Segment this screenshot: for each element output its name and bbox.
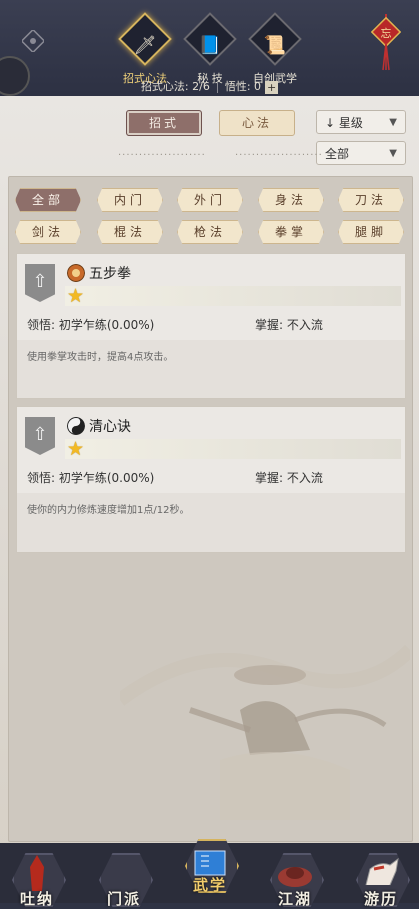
horse-icon <box>365 857 399 886</box>
category-chip[interactable]: 内门 <box>97 188 163 212</box>
charm-icon[interactable]: 忘 <box>371 12 401 72</box>
book-icon: 📘 <box>198 34 222 56</box>
skill-mastery: 掌握: 不入流 <box>255 318 323 332</box>
warrior-icon <box>30 855 44 891</box>
skill-name: 清心诀 <box>89 419 131 435</box>
star-icon: ★ <box>67 285 85 307</box>
skill-name: 五步拳 <box>89 266 131 282</box>
category-chip[interactable]: 腿脚 <box>338 220 404 244</box>
skill-insight: 领悟: 初学乍练(0.00%) <box>27 471 155 485</box>
sort-dropdown[interactable]: ↓ 星级 ▼ <box>316 110 406 134</box>
star-bar <box>65 439 401 459</box>
category-chip[interactable]: 拳掌 <box>258 220 324 244</box>
nav-sect[interactable]: 门派 <box>95 849 153 908</box>
star-bar <box>65 286 401 306</box>
tab-custom-martial-arts[interactable]: 📜 自创武学 <box>239 12 311 86</box>
stats-line: 招式心法: 2/6 悟性: 0 + <box>0 78 419 94</box>
category-chip[interactable]: 枪法 <box>177 220 243 244</box>
sort-arrow-icon: ↓ <box>325 116 336 130</box>
fist-icon <box>67 264 85 282</box>
chevron-down-icon: ▼ <box>389 117 397 128</box>
category-chip[interactable]: 外门 <box>177 188 243 212</box>
hat-icon <box>278 867 312 887</box>
ink-painting-illustration <box>120 644 410 820</box>
category-chip[interactable]: 全部 <box>15 188 81 212</box>
category-chip[interactable]: 剑法 <box>15 220 81 244</box>
sword-icon: 🗡 <box>133 34 157 56</box>
filter-dropdown[interactable]: 全部 ▼ <box>316 141 406 165</box>
moves-count: 招式心法: 2/6 <box>140 80 210 93</box>
yin-yang-icon <box>67 417 85 435</box>
sort-label: 星级 <box>338 116 363 130</box>
toggle-moves[interactable]: 招式 <box>126 110 202 136</box>
category-chip[interactable]: 棍法 <box>97 220 163 244</box>
skill-card[interactable]: 五步拳 ★ 领悟: 初学乍练(0.00%) 掌握: 不入流 使用拳掌攻击时，提高… <box>16 253 406 399</box>
eye-icon[interactable] <box>22 30 44 52</box>
skill-mastery: 掌握: 不入流 <box>255 471 323 485</box>
scroll-icon: 📜 <box>263 34 287 56</box>
star-icon: ★ <box>67 438 85 460</box>
category-chip[interactable]: 身法 <box>258 188 324 212</box>
skill-description: 使你的内力修炼速度增加1点/12秒。 <box>17 493 405 552</box>
upgrade-icon[interactable] <box>25 417 55 455</box>
add-insight-button[interactable]: + <box>265 80 279 94</box>
category-chip[interactable]: 刀法 <box>338 188 404 212</box>
tab-secret-techniques[interactable]: 📘 秘 技 <box>174 12 246 86</box>
divider-dots: ····················· <box>118 150 206 161</box>
charm-char: 忘 <box>381 26 392 40</box>
top-header: 🗡 招式心法 📘 秘 技 📜 自创武学 招式心法: 2/6 悟性: 0 + 忘 <box>0 0 419 100</box>
insight-count: 悟性: 0 <box>224 80 262 93</box>
filter-label: 全部 <box>325 147 350 161</box>
upgrade-icon[interactable] <box>25 264 55 302</box>
nav-travel[interactable]: 游历 <box>352 849 410 908</box>
nav-martial-arts[interactable]: 武学 <box>181 835 239 894</box>
book-icon <box>194 850 226 876</box>
tab-moves-and-arts[interactable]: 🗡 招式心法 <box>109 12 181 86</box>
skill-description: 使用拳掌攻击时，提高4点攻击。 <box>17 340 405 398</box>
nav-jianghu[interactable]: 江湖 <box>266 849 324 908</box>
bottom-navigation: 吐纳 门派 武学 江湖 游历 <box>0 839 419 908</box>
chevron-down-icon: ▼ <box>389 148 397 159</box>
nav-breathing[interactable]: 吐纳 <box>8 849 66 908</box>
toggle-heart-method[interactable]: 心法 <box>219 110 295 136</box>
skill-insight: 领悟: 初学乍练(0.00%) <box>27 318 155 332</box>
skill-card[interactable]: 清心诀 ★ 领悟: 初学乍练(0.00%) 掌握: 不入流 使你的内力修炼速度增… <box>16 406 406 553</box>
divider-dots: ····················· <box>235 150 323 161</box>
